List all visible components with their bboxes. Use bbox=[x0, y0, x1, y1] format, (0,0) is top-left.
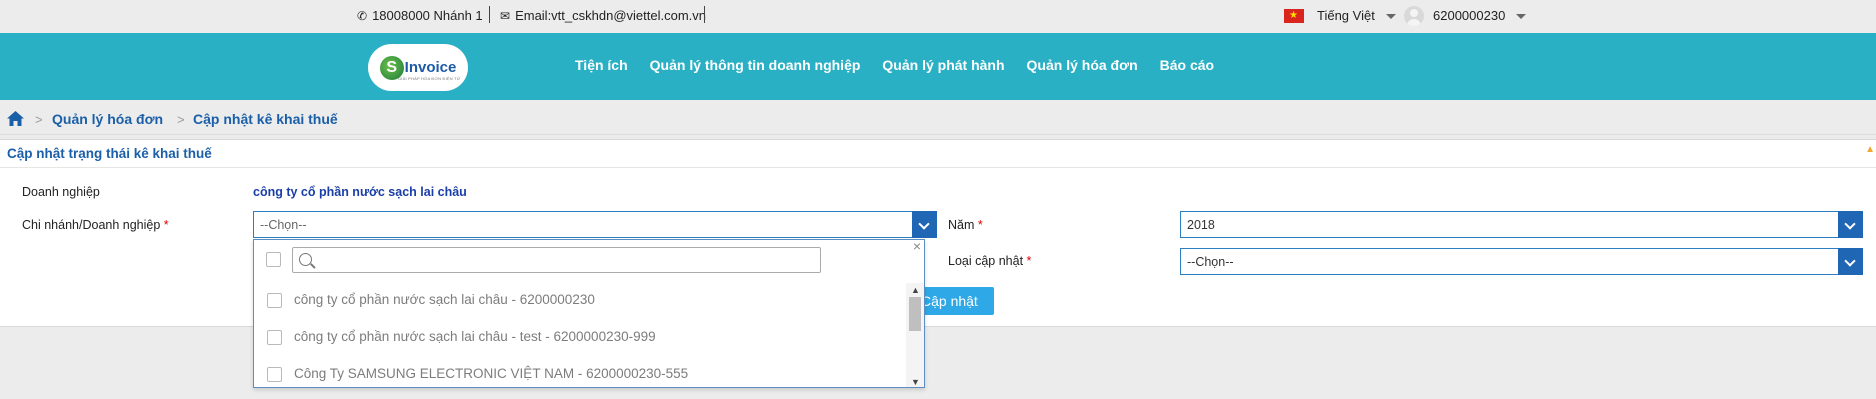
select-all-checkbox[interactable] bbox=[266, 252, 281, 267]
scroll-up-icon[interactable]: ▲ bbox=[911, 285, 920, 295]
chevron-down-icon[interactable] bbox=[1838, 211, 1863, 238]
user-menu[interactable]: 6200000230 bbox=[1404, 6, 1527, 26]
email-text: Email:vtt_cskhdn@viettel.com.vn bbox=[515, 8, 706, 23]
year-select-value: 2018 bbox=[1187, 218, 1215, 232]
chevron-right-icon: > bbox=[177, 112, 185, 127]
required-mark: * bbox=[977, 218, 983, 232]
nav-bao-cao[interactable]: Báo cáo bbox=[1160, 57, 1214, 77]
dropdown-scrollbar[interactable]: ▲ ▼ bbox=[906, 283, 924, 387]
breadcrumb-tax-declaration-update[interactable]: Cập nhật kê khai thuế bbox=[193, 111, 338, 127]
year-select[interactable]: 2018 bbox=[1180, 211, 1863, 238]
close-icon[interactable]: × bbox=[913, 240, 921, 254]
logo-subtitle: GIẢI PHÁP HÓA ĐƠN ĐIỆN TỬ bbox=[398, 76, 461, 81]
panel-title: Cập nhật trạng thái kê khai thuế bbox=[7, 146, 212, 161]
top-contact-bar: ✆ 18008000 Nhánh 1 ✉ Email:vtt_cskhdn@vi… bbox=[0, 0, 1876, 33]
chevron-down-icon[interactable] bbox=[1838, 248, 1863, 275]
required-mark: * bbox=[163, 218, 169, 232]
home-icon[interactable] bbox=[7, 111, 24, 126]
phone-text: 18008000 Nhánh 1 bbox=[372, 8, 483, 23]
update-type-label: Loại cập nhật * bbox=[948, 254, 1031, 268]
chevron-right-icon: > bbox=[35, 112, 43, 127]
scroll-down-icon[interactable]: ▼ bbox=[911, 377, 920, 387]
update-type-label-text: Loại cập nhật bbox=[948, 254, 1024, 268]
breadcrumb: > Quản lý hóa đơn > Cập nhật kê khai thu… bbox=[0, 108, 600, 132]
language-label: Tiếng Việt bbox=[1317, 8, 1375, 23]
logo-text: Invoice bbox=[404, 59, 457, 76]
option-label: công ty cổ phần nước sạch lai châu - 620… bbox=[294, 292, 595, 307]
required-mark: * bbox=[1026, 254, 1032, 268]
language-selector[interactable]: Tiếng Việt bbox=[1284, 6, 1396, 26]
branch-select[interactable]: --Chọn-- bbox=[253, 211, 937, 238]
user-name: 6200000230 bbox=[1433, 8, 1506, 23]
email-contact: ✉ Email:vtt_cskhdn@viettel.com.vn bbox=[500, 6, 706, 26]
branch-dropdown: × công ty cổ phần nước sạch lai châu - 6… bbox=[253, 239, 925, 388]
option-checkbox[interactable] bbox=[267, 293, 282, 308]
phone-contact: ✆ 18008000 Nhánh 1 bbox=[357, 6, 483, 26]
list-item[interactable]: công ty cổ phần nước sạch lai châu - 620… bbox=[254, 283, 904, 319]
update-type-select-value: --Chọn-- bbox=[1187, 255, 1234, 269]
chevron-down-icon[interactable] bbox=[912, 211, 937, 238]
option-checkbox[interactable] bbox=[267, 330, 282, 345]
option-checkbox[interactable] bbox=[267, 367, 282, 382]
option-label: công ty cổ phần nước sạch lai châu - tes… bbox=[294, 329, 656, 344]
update-type-select[interactable]: --Chọn-- bbox=[1180, 248, 1863, 275]
nav-quan-ly-hoa-don[interactable]: Quản lý hóa đơn bbox=[1027, 57, 1138, 77]
branch-select-value: --Chọn-- bbox=[260, 218, 307, 232]
branch-label-text: Chi nhánh/Doanh nghiệp bbox=[22, 218, 161, 232]
sinvoice-logo[interactable]: S Invoice GIẢI PHÁP HÓA ĐƠN ĐIỆN TỬ bbox=[368, 44, 468, 91]
dropdown-search-input[interactable] bbox=[292, 247, 821, 273]
vietnam-flag-icon bbox=[1284, 9, 1304, 23]
separator bbox=[489, 6, 490, 23]
avatar bbox=[1404, 6, 1424, 26]
list-item[interactable]: công ty cổ phần nước sạch lai châu - tes… bbox=[254, 320, 904, 356]
year-label-text: Năm bbox=[948, 218, 975, 232]
company-value: công ty cổ phần nước sạch lai châu bbox=[253, 185, 467, 199]
update-button[interactable]: Cập nhật bbox=[917, 287, 994, 315]
main-header: S Invoice GIẢI PHÁP HÓA ĐƠN ĐIỆN TỬ Tiện… bbox=[0, 33, 1876, 100]
email-icon: ✉ bbox=[500, 9, 511, 23]
year-label: Năm * bbox=[948, 218, 983, 232]
chevron-down-icon bbox=[1516, 13, 1527, 19]
option-label: Công Ty SAMSUNG ELECTRONIC VIỆT NAM - 62… bbox=[294, 366, 689, 381]
chevron-down-icon bbox=[1385, 13, 1396, 19]
phone-icon: ✆ bbox=[357, 9, 368, 23]
company-label: Doanh nghiệp bbox=[22, 185, 100, 199]
divider bbox=[0, 167, 1876, 168]
search-icon bbox=[299, 253, 312, 266]
branch-label: Chi nhánh/Doanh nghiệp * bbox=[22, 218, 169, 232]
breadcrumb-invoice-management[interactable]: Quản lý hóa đơn bbox=[52, 111, 163, 127]
nav-tien-ich[interactable]: Tiện ích bbox=[575, 57, 628, 77]
main-nav: Tiện ích Quản lý thông tin doanh nghiệp … bbox=[575, 57, 1236, 77]
list-item[interactable]: Công Ty SAMSUNG ELECTRONIC VIỆT NAM - 62… bbox=[254, 357, 904, 387]
divider bbox=[0, 134, 1876, 135]
scrollbar-thumb[interactable] bbox=[909, 297, 921, 331]
separator bbox=[704, 6, 705, 23]
nav-quan-ly-thong-tin-doanh-nghiep[interactable]: Quản lý thông tin doanh nghiệp bbox=[650, 57, 861, 77]
collapse-icon[interactable]: ▲ bbox=[1865, 144, 1875, 155]
nav-quan-ly-phat-hanh[interactable]: Quản lý phát hành bbox=[882, 57, 1004, 77]
